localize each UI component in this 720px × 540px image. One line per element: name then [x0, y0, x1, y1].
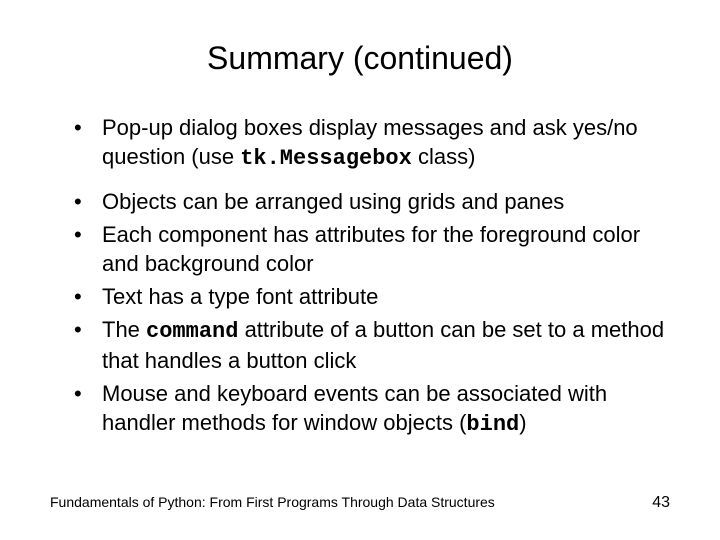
list-item: The command attribute of a button can be…	[74, 315, 670, 375]
bullet-text: The	[102, 317, 146, 342]
list-item: Objects can be arranged using grids and …	[74, 187, 670, 216]
list-item: Pop-up dialog boxes display messages and…	[74, 113, 670, 173]
slide-title: Summary (continued)	[50, 40, 670, 77]
bullet-text: Text has a type font attribute	[102, 284, 378, 309]
code-text: command	[146, 319, 238, 344]
bullet-text: Objects can be arranged using grids and …	[102, 189, 564, 214]
page-number: 43	[652, 494, 670, 512]
bullet-text: class)	[412, 144, 476, 169]
code-text: bind	[466, 412, 519, 437]
slide: Summary (continued) Pop-up dialog boxes …	[0, 0, 720, 540]
bullet-text: Mouse and keyboard events can be associa…	[102, 381, 607, 435]
code-text: tk.Messagebox	[240, 146, 412, 171]
footer-text: Fundamentals of Python: From First Progr…	[50, 494, 495, 510]
list-item: Text has a type font attribute	[74, 282, 670, 311]
slide-footer: Fundamentals of Python: From First Progr…	[50, 494, 670, 512]
bullet-text: )	[519, 410, 526, 435]
list-item: Mouse and keyboard events can be associa…	[74, 379, 670, 439]
bullet-list: Pop-up dialog boxes display messages and…	[50, 113, 670, 439]
bullet-text: Each component has attributes for the fo…	[102, 222, 640, 276]
list-item: Each component has attributes for the fo…	[74, 220, 670, 278]
